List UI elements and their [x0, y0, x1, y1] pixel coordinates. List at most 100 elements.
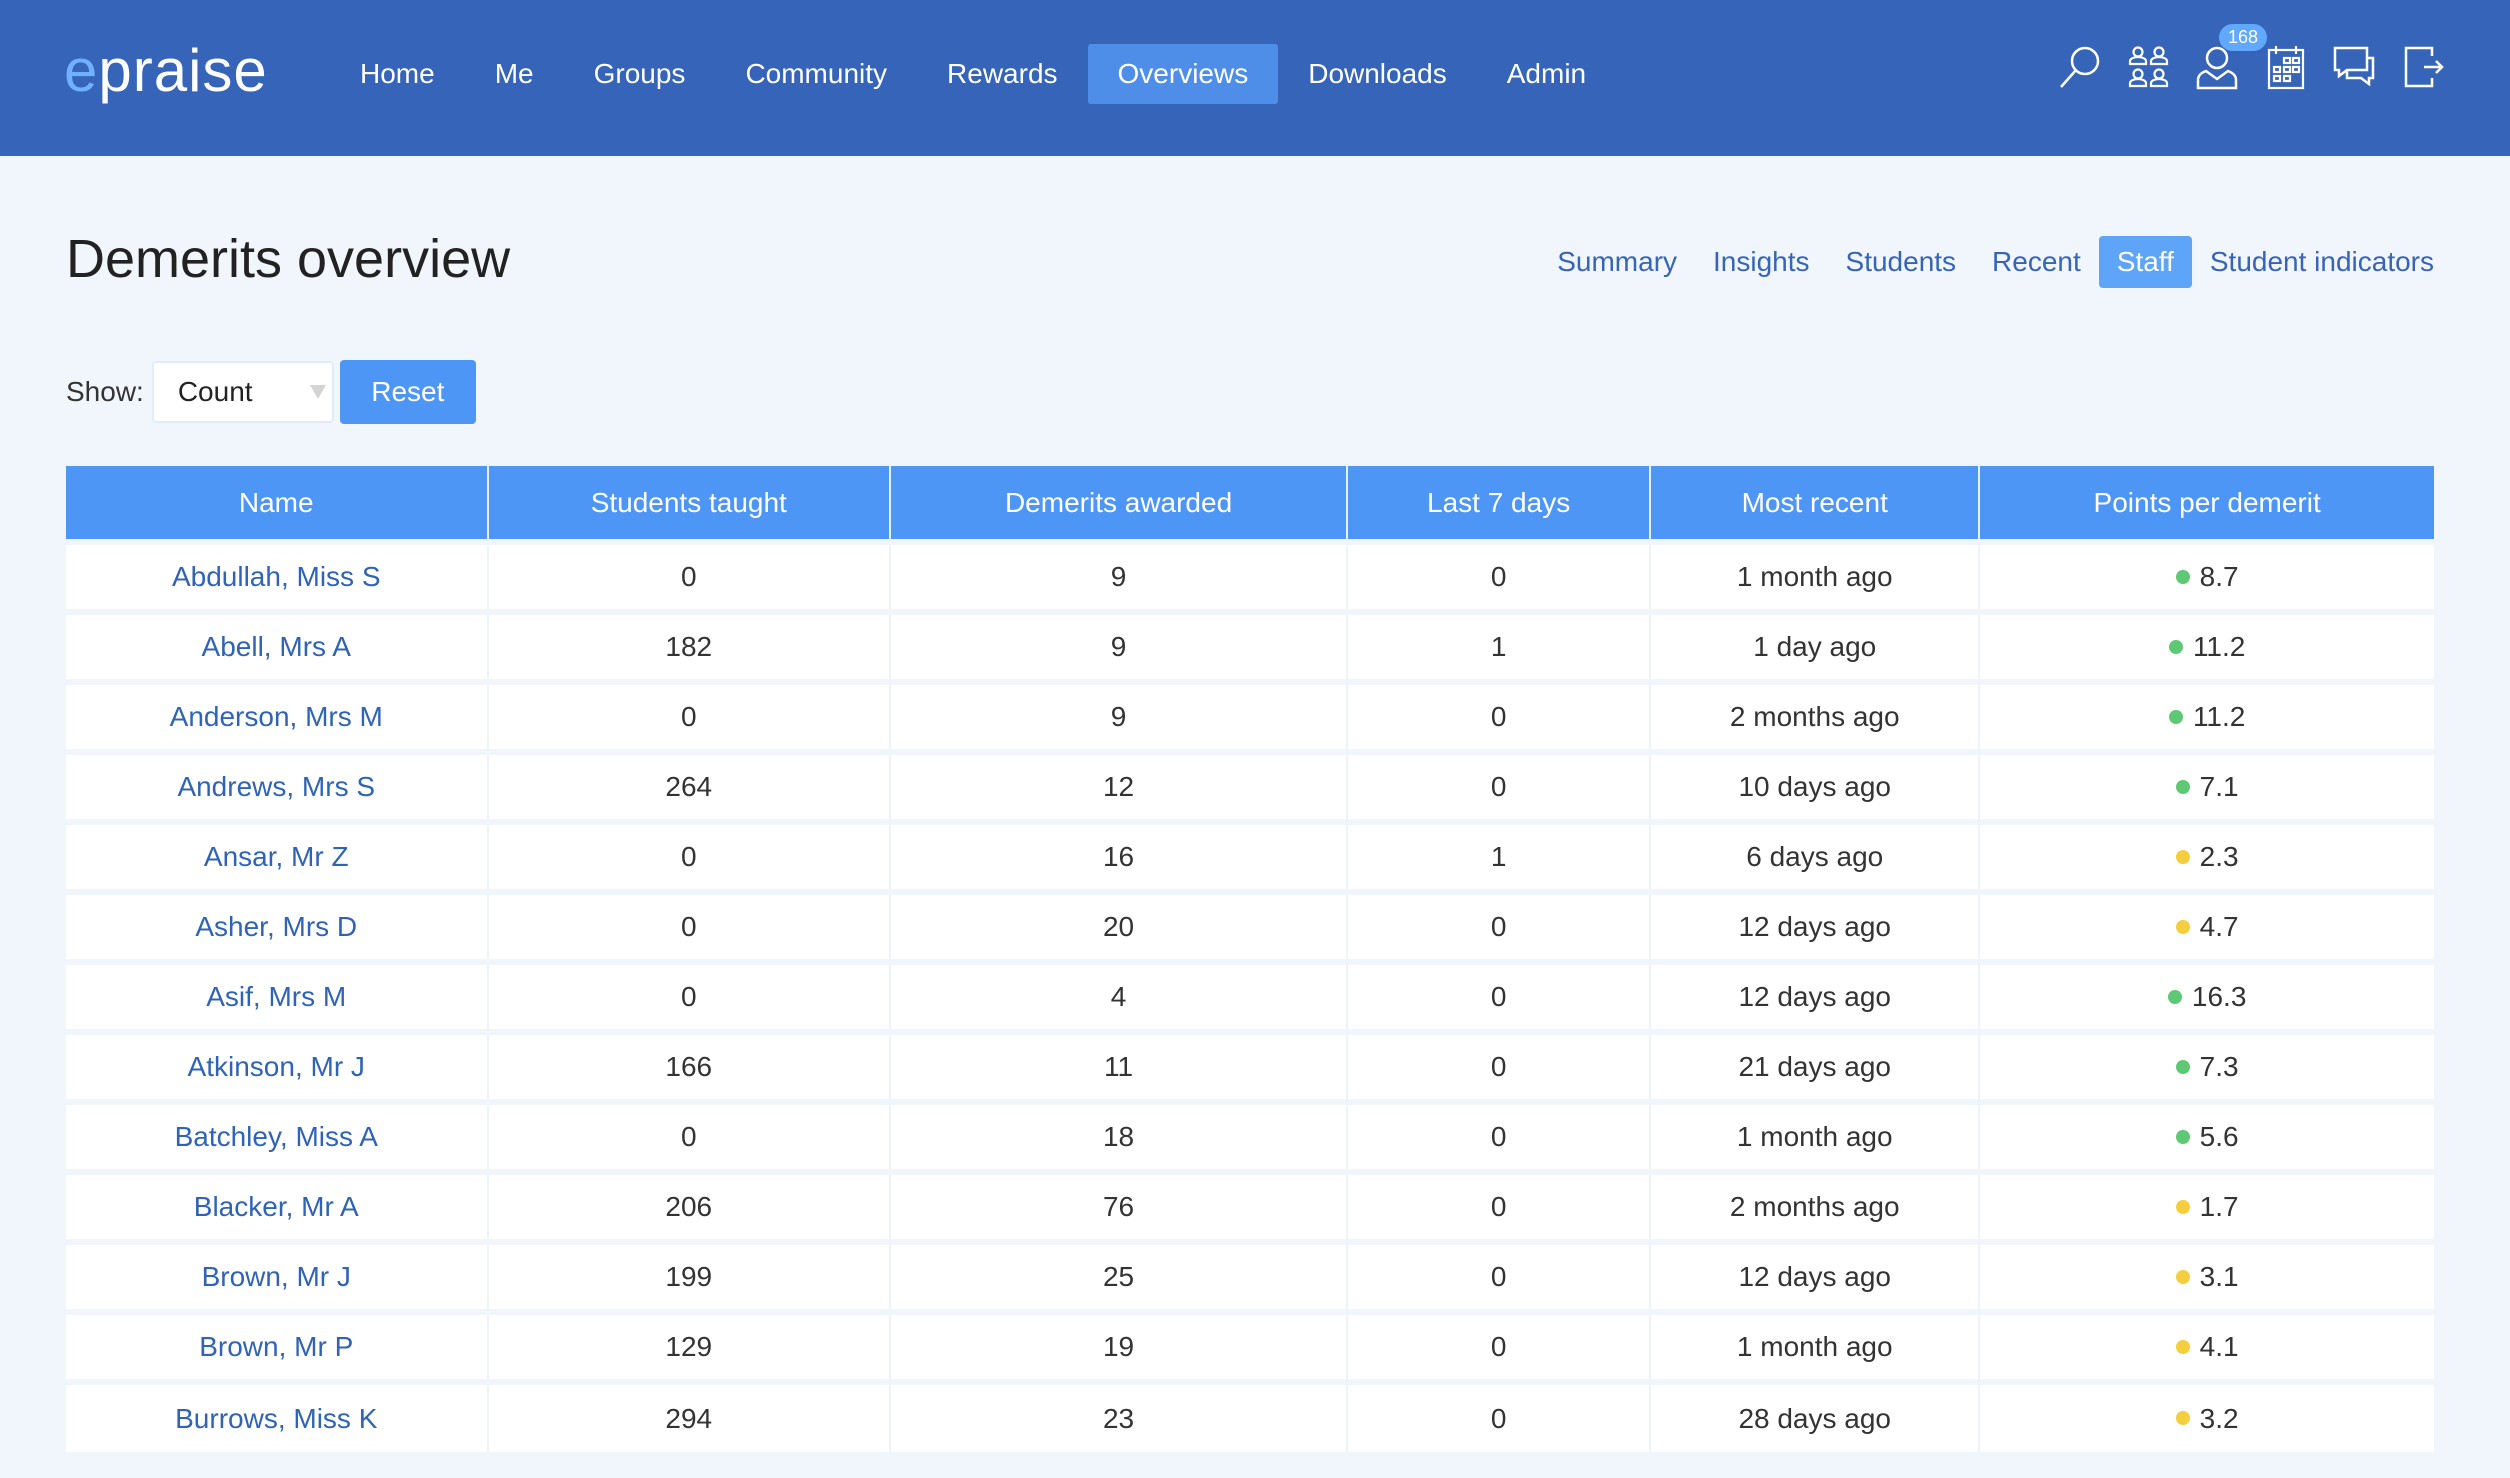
- staff-name-link[interactable]: Burrows, Miss K: [66, 1379, 489, 1452]
- recent-cell: 1 month ago: [1650, 1099, 1981, 1172]
- points-per-demerit-cell: 7.1: [1979, 749, 2434, 822]
- staff-name-link[interactable]: Brown, Mr J: [66, 1239, 489, 1312]
- nav-item-community[interactable]: Community: [715, 44, 917, 104]
- staff-name-link[interactable]: Asher, Mrs D: [66, 889, 489, 962]
- recent-cell: 12 days ago: [1650, 1239, 1981, 1312]
- column-header-name[interactable]: Name: [66, 466, 489, 542]
- logo-e: e: [64, 37, 99, 104]
- nav-item-home[interactable]: Home: [330, 44, 465, 104]
- last7-cell: 0: [1347, 679, 1652, 752]
- nav-item-me[interactable]: Me: [465, 44, 564, 104]
- tab-student-indicators[interactable]: Student indicators: [2192, 236, 2452, 288]
- column-header-points-per-demerit[interactable]: Points per demerit: [1979, 466, 2434, 542]
- demerits-cell: 19: [890, 1309, 1349, 1382]
- staff-name-link[interactable]: Ansar, Mr Z: [66, 819, 489, 892]
- status-dot-icon: [2175, 1199, 2190, 1214]
- messages-icon[interactable]: [2333, 44, 2379, 90]
- status-dot-icon: [2175, 1129, 2190, 1144]
- table-row: Batchley, Miss A 0 18 0 1 month ago 5.6: [66, 1099, 2434, 1172]
- tab-insights[interactable]: Insights: [1695, 236, 1828, 288]
- recent-cell: 1 day ago: [1650, 609, 1981, 682]
- calendar-icon[interactable]: [2264, 44, 2310, 90]
- top-navigation-bar: epraise Home Me Groups Community Rewards Over…: [0, 0, 2510, 156]
- groups-icon[interactable]: [2126, 44, 2172, 90]
- tab-students[interactable]: Students: [1828, 236, 1975, 288]
- show-select[interactable]: Count: [151, 361, 334, 423]
- points-per-demerit-value: 11.2: [2192, 701, 2246, 732]
- status-dot-icon: [2175, 779, 2190, 794]
- staff-name-link[interactable]: Atkinson, Mr J: [66, 1029, 489, 1102]
- tab-recent[interactable]: Recent: [1974, 236, 2099, 288]
- status-dot-icon: [2168, 639, 2183, 654]
- recent-cell: 2 months ago: [1650, 1169, 1981, 1242]
- points-per-demerit-cell: 3.1: [1979, 1239, 2434, 1312]
- students-cell: 182: [487, 609, 892, 682]
- staff-name-link[interactable]: Anderson, Mrs M: [66, 679, 489, 752]
- students-cell: 0: [487, 819, 892, 892]
- last7-cell: 1: [1347, 819, 1652, 892]
- reset-button[interactable]: Reset: [339, 360, 476, 424]
- column-header-demerits-awarded[interactable]: Demerits awarded: [890, 466, 1349, 542]
- demerits-cell: 23: [890, 1379, 1349, 1452]
- staff-name-link[interactable]: Abdullah, Miss S: [66, 539, 489, 612]
- logo-text: praise: [98, 37, 268, 104]
- status-dot-icon: [2167, 989, 2182, 1004]
- last7-cell: 0: [1347, 1379, 1652, 1452]
- user-icon[interactable]: 168: [2195, 24, 2268, 90]
- last7-cell: 0: [1347, 1099, 1652, 1172]
- logout-icon[interactable]: [2402, 44, 2448, 90]
- search-icon[interactable]: [2057, 44, 2103, 90]
- staff-name-link[interactable]: Asif, Mrs M: [66, 959, 489, 1032]
- nav-item-rewards[interactable]: Rewards: [917, 44, 1087, 104]
- demerits-cell: 12: [890, 749, 1349, 822]
- page-title: Demerits overview: [66, 229, 511, 289]
- table-row: Abdullah, Miss S0901 month ago 8.7: [66, 539, 2434, 612]
- nav-item-downloads[interactable]: Downloads: [1278, 44, 1477, 104]
- students-cell: 264: [487, 749, 892, 822]
- demerits-cell: 20: [890, 889, 1349, 962]
- table-row: Blacker, Mr A 206 76 0 2 months ago 1.7: [66, 1169, 2434, 1242]
- staff-name-link[interactable]: Brown, Mr P: [66, 1309, 489, 1382]
- notification-badge[interactable]: 168: [2219, 24, 2268, 51]
- overview-subnav: Summary Insights Students Recent Staff Studen…: [1539, 236, 2452, 288]
- staff-name-link[interactable]: Abell, Mrs A: [66, 609, 489, 682]
- last7-cell: 1: [1347, 609, 1652, 682]
- points-per-demerit-cell: 5.6: [1979, 1099, 2434, 1172]
- students-cell: 166: [487, 1029, 892, 1102]
- demerits-cell: 9: [890, 679, 1349, 752]
- demerits-cell: 4: [890, 959, 1349, 1032]
- column-header-students-taught[interactable]: Students taught: [487, 466, 892, 542]
- recent-cell: 12 days ago: [1650, 959, 1981, 1032]
- nav-item-overviews[interactable]: Overviews: [1087, 44, 1279, 104]
- demerits-cell: 9: [890, 609, 1349, 682]
- recent-cell: 1 month ago: [1650, 539, 1981, 612]
- table-row: Asher, Mrs D 0 20 0 12 days ago 4.7: [66, 889, 2434, 962]
- staff-name-link[interactable]: Batchley, Miss A: [66, 1099, 489, 1172]
- column-header-most-recent[interactable]: Most recent: [1650, 466, 1981, 542]
- status-dot-icon: [2175, 919, 2190, 934]
- nav-item-admin[interactable]: Admin: [1477, 44, 1616, 104]
- tab-staff[interactable]: Staff: [2098, 236, 2192, 288]
- recent-cell: 2 months ago: [1650, 679, 1981, 752]
- column-header-last-7-days[interactable]: Last 7 days: [1347, 466, 1652, 542]
- points-per-demerit-cell: 4.7: [1979, 889, 2434, 962]
- points-per-demerit-cell: 4.1: [1979, 1309, 2434, 1382]
- points-per-demerit-cell: 7.3: [1979, 1029, 2434, 1102]
- last7-cell: 0: [1347, 959, 1652, 1032]
- tab-summary[interactable]: Summary: [1539, 236, 1695, 288]
- staff-name-link[interactable]: Blacker, Mr A: [66, 1169, 489, 1242]
- nav-item-groups[interactable]: Groups: [564, 44, 716, 104]
- points-per-demerit-cell: 2.3: [1979, 819, 2434, 892]
- staff-name-link[interactable]: Andrews, Mrs S: [66, 749, 489, 822]
- points-per-demerit-cell: 3.2: [1979, 1379, 2434, 1452]
- status-dot-icon: [2168, 709, 2183, 724]
- points-per-demerit-value: 4.1: [2199, 1331, 2239, 1362]
- recent-cell: 28 days ago: [1650, 1379, 1981, 1452]
- points-per-demerit-cell: 11.2: [1979, 679, 2434, 752]
- points-per-demerit-cell: 1.7: [1979, 1169, 2434, 1242]
- recent-cell: 21 days ago: [1650, 1029, 1981, 1102]
- points-per-demerit-value: 4.7: [2199, 911, 2239, 942]
- epraise-logo[interactable]: epraise: [64, 36, 268, 105]
- table-header-row: Name Students taught Demerits awarded Last …: [66, 466, 2434, 542]
- last7-cell: 0: [1347, 749, 1652, 822]
